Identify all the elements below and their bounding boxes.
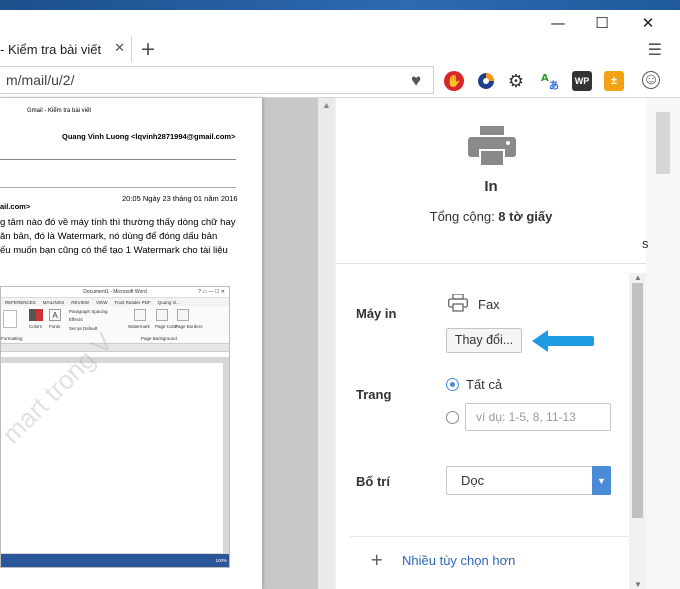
word-ribbon-label: Colors — [29, 324, 43, 329]
preview-page[interactable]: Gmail - Kiểm tra bài viết Quang Vinh Luo… — [0, 98, 262, 589]
more-options-link[interactable]: Nhiều tùy chọn hơn — [402, 553, 515, 568]
pages-input[interactable]: ví dụ: 1-5, 8, 11-13 — [465, 403, 611, 431]
maximize-button[interactable]: ☐ — [582, 10, 622, 36]
word-zoom: 100% — [215, 558, 227, 563]
dialog-divider — [336, 263, 646, 264]
calculator-icon[interactable]: ± — [604, 71, 624, 91]
tab-strip: - Kiểm tra bài viết ✕ + ☰ — [0, 36, 680, 62]
word-ribbon-label: Fonts — [49, 324, 61, 329]
svg-text:A: A — [541, 73, 549, 84]
word-statusbar: 100% — [1, 554, 229, 567]
scroll-up-icon[interactable]: ▲ — [322, 100, 331, 110]
preview-date: 20:05 Ngày 23 tháng 01 năm 2016 — [122, 194, 238, 203]
sheet-total: Tổng cộng: 8 tờ giấy — [336, 209, 646, 224]
dialog-divider — [350, 536, 646, 537]
word-ribbon-label: Paragraph Spacing — [69, 309, 108, 314]
dialog-title: In — [484, 178, 498, 195]
sheet-total-label: Tổng cộng: — [429, 209, 499, 224]
heart-icon[interactable]: ♥ — [406, 71, 426, 91]
word-tab: Foxit Reader PDF — [114, 300, 151, 305]
print-preview-area: Gmail - Kiểm tra bài viết Quang Vinh Luo… — [0, 98, 335, 589]
address-bar[interactable]: m/mail/u/2/ — [0, 66, 434, 94]
new-tab-button[interactable]: + — [140, 38, 156, 60]
pages-custom-radio[interactable] — [446, 411, 459, 424]
print-dialog: In Tổng cộng: 8 tờ giấy Máy in Fax Thay … — [336, 98, 646, 589]
pages-all-radio[interactable] — [446, 378, 459, 391]
gear-icon[interactable]: ⚙ — [506, 71, 526, 91]
translate-icon[interactable]: Aあ — [540, 71, 560, 91]
word-tab: REFERENCES — [5, 300, 36, 305]
adblock-icon[interactable]: ✋ — [444, 71, 464, 91]
chevron-down-icon[interactable]: ▼ — [592, 466, 611, 495]
fax-printer-icon — [448, 294, 468, 312]
desktop-background — [0, 0, 680, 10]
hamburger-icon[interactable]: ☰ — [648, 40, 662, 59]
arrow-left-icon — [532, 330, 594, 352]
word-title: Document1 - Microsoft Word ? ▭ — ☐ ✕ — [1, 287, 229, 297]
tab-title: - Kiểm tra bài viết — [0, 41, 102, 57]
layout-value: Dọc — [461, 473, 485, 488]
pages-all-label[interactable]: Tất cả — [466, 377, 502, 392]
window-titlebar: — ☐ ✕ — [0, 10, 680, 36]
preview-body-line: ăn bản, đó là Watermark, nó dùng để đóng… — [0, 231, 218, 242]
preview-recipient: ail.com> — [0, 202, 31, 211]
word-tab: Quang Vi... — [157, 300, 181, 305]
preview-body-line: g tâm nào đó về máy tính thì thường thấy… — [0, 217, 236, 228]
printer-label: Máy in — [356, 306, 397, 321]
browser-toolbar: m/mail/u/2/ ♥ ✋ ⚙ Aあ WP ± ☺ — [0, 62, 680, 98]
printer-icon — [468, 126, 516, 166]
word-tab: VIEW — [96, 300, 108, 305]
sheet-total-value: 8 tờ giấy — [498, 209, 553, 224]
word-ribbon-label: Watermark — [128, 324, 150, 329]
tab-active[interactable]: - Kiểm tra bài viết ✕ — [0, 36, 132, 62]
preview-scrollbar[interactable]: ▲ — [318, 98, 335, 589]
page-content: Gmail - Kiểm tra bài viết Quang Vinh Luo… — [0, 98, 680, 589]
word-ribbon-label: Effects — [69, 317, 83, 322]
word-ribbon: A Colors Fonts Paragraph Spacing Effects… — [1, 306, 229, 344]
preview-divider — [0, 187, 236, 188]
dialog-scrollbar[interactable]: ▲ ▼ — [629, 273, 646, 589]
preview-divider — [0, 159, 236, 160]
close-window-button[interactable]: ✕ — [628, 10, 668, 36]
firefox-sync-icon[interactable] — [476, 71, 496, 91]
preview-sender: Quang Vinh Luong <lqvinh2871994@gmail.co… — [62, 132, 236, 141]
layout-label: Bố trí — [356, 474, 390, 489]
preview-body-line: ếu muốn bạn cũng có thể tạo 1 Watermark … — [0, 245, 228, 256]
tab-close-icon[interactable]: ✕ — [114, 41, 125, 56]
word-title-text: Document1 - Microsoft Word — [83, 289, 147, 295]
account-icon[interactable]: ☺ — [642, 71, 660, 89]
word-ribbon-label: Page Background — [141, 336, 177, 341]
word-ribbon-label: Page Borders — [175, 324, 203, 329]
plus-icon[interactable]: + — [370, 550, 383, 569]
page-scrollbar-thumb[interactable] — [656, 112, 670, 174]
word-ribbon-tabs: REFERENCES MAILINGS REVIEW VIEW Foxit Re… — [1, 297, 229, 306]
scroll-up-icon[interactable]: ▲ — [634, 273, 642, 282]
printer-name: Fax — [478, 297, 500, 312]
minimize-button[interactable]: — — [538, 10, 578, 36]
word-ribbon-label: Formatting — [1, 336, 23, 341]
preview-header: Gmail - Kiểm tra bài viết — [27, 108, 92, 114]
wp-icon[interactable]: WP — [572, 71, 592, 91]
pages-label: Trang — [356, 387, 392, 402]
scrollbar-thumb[interactable] — [632, 283, 643, 518]
svg-text:あ: あ — [549, 79, 559, 91]
scroll-down-icon[interactable]: ▼ — [634, 580, 642, 589]
layout-select[interactable]: Dọc ▼ — [446, 466, 611, 495]
word-tab: MAILINGS — [42, 300, 65, 305]
background-page-text: s — [642, 236, 649, 251]
change-printer-button[interactable]: Thay đổi... — [446, 328, 522, 353]
word-tab: REVIEW — [71, 300, 90, 305]
